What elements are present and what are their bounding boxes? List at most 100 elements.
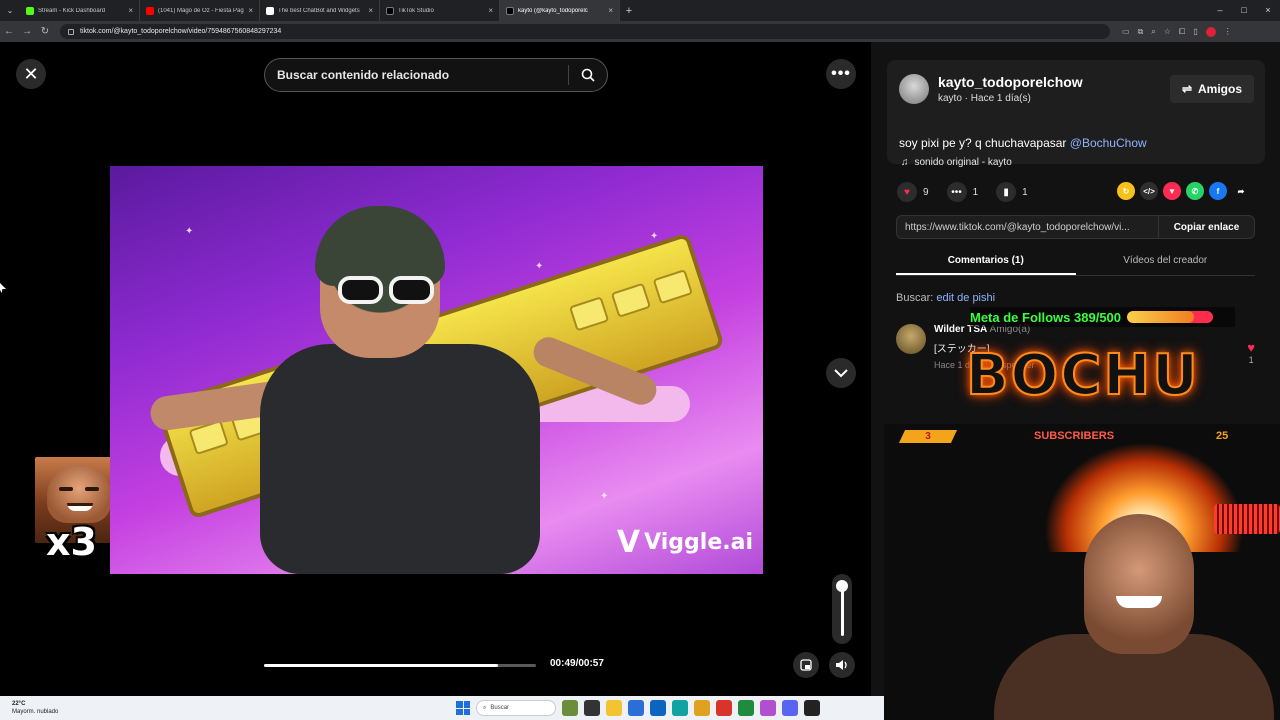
tab-close-icon[interactable]: × [248,6,253,15]
chrome-icon[interactable] [694,700,710,716]
chatbot-icon [266,6,274,15]
send-icon[interactable]: ▼ [1163,182,1181,200]
commenter-avatar[interactable] [896,324,926,354]
time-display: 00:49/00:57 [550,658,604,669]
mention-link[interactable]: @BochuChow [1070,136,1147,150]
comment-button[interactable]: ••• [946,182,967,202]
streamer-face [1084,514,1194,654]
share-icon[interactable]: ➦ [1232,182,1250,200]
task-view-icon[interactable] [584,700,600,716]
store-icon[interactable] [628,700,644,716]
related-search[interactable]: Buscar contenido relacionado [264,58,608,92]
new-tab-button[interactable]: + [620,5,638,17]
browser-tab[interactable]: TikTok Studio × [380,0,500,21]
tab-comments[interactable]: Comentarios (1) [896,248,1076,275]
comment-icon: ••• [951,186,962,198]
save-count: 1 [1022,186,1028,198]
friends-button[interactable]: ⇌ Amigos [1170,75,1254,103]
copy-link-button[interactable]: Copiar enlace [1158,215,1254,239]
obs-icon[interactable] [804,700,820,716]
facebook-icon[interactable]: f [1209,182,1227,200]
mail-icon[interactable] [650,700,666,716]
taskbar-search[interactable]: ⌕ Buscar [476,700,556,716]
app-icon[interactable] [760,700,776,716]
minimize-icon[interactable]: – [1208,0,1232,21]
progress-fill [264,664,498,667]
youtube-icon [146,6,154,15]
more-options-button[interactable]: ••• [826,59,856,89]
chrome-alt-icon[interactable] [738,700,754,716]
speaker-icon [836,660,847,670]
tab-close-icon[interactable]: × [368,6,373,15]
volume-button[interactable] [829,652,855,678]
tab-close-icon[interactable]: × [128,6,133,15]
browser-tab[interactable]: Stream - Kick Dashboard × [20,0,140,21]
maximize-icon[interactable]: □ [1232,0,1256,21]
chrome-profile-icon[interactable] [716,700,732,716]
follow-goal-overlay: Meta de Follows 389/500 [970,307,1235,327]
browser-tabbar: ⌄ Stream - Kick Dashboard × (1041) Mágo d… [0,0,1280,21]
sound-link[interactable]: ♫ sonido original - kayto [901,157,1012,168]
goal-bar [1127,311,1214,323]
search-suggestion[interactable]: Buscar: edit de pishi [896,292,995,304]
video-link[interactable]: https://www.tiktok.com/@kayto_todoporelc… [897,222,1158,233]
whatsapp-icon[interactable]: ✆ [1186,182,1204,200]
link-row: https://www.tiktok.com/@kayto_todoporelc… [896,215,1255,239]
bookmark-star-icon[interactable]: ☆ [1164,27,1171,36]
site-info-icon[interactable] [68,28,74,35]
tab-search-icon[interactable]: ⌄ [0,0,20,21]
close-window-icon[interactable]: × [1256,0,1280,21]
cast-icon[interactable]: ▭ [1122,27,1130,36]
like-button[interactable]: ♥ [897,182,917,202]
weather-widget[interactable]: 22°C Mayorm. nublado [12,700,58,716]
url-text: tiktok.com/@kayto_todoporelchow/video/75… [80,28,282,35]
browser-tab-active[interactable]: kayto (@kayto_todoporelc × [500,0,620,21]
author-avatar[interactable] [899,74,929,104]
tab-creator-videos[interactable]: Vídeos del creador [1076,248,1256,275]
extensions-icon[interactable]: ⧠ [1179,27,1185,37]
video-player: Buscar contenido relacionado ✦ ✦ ✦ ✦ V V… [110,42,763,696]
profile-avatar[interactable] [1205,26,1216,37]
close-video-button[interactable]: ✕ [16,59,46,89]
sub-count-badge: 3 [898,430,958,443]
sidebar-icon[interactable]: ▯ [1193,27,1197,36]
emote-eye [59,487,73,491]
widgets-icon[interactable] [562,700,578,716]
next-video-button[interactable] [826,358,856,388]
repost-icon[interactable]: ↻ [1117,182,1135,200]
tiktok-icon [506,6,514,15]
back-icon[interactable]: ← [0,26,18,37]
translate-icon[interactable]: ⧉ [1138,27,1144,37]
menu-icon[interactable]: ⋮ [1224,27,1232,36]
volume-slider[interactable] [832,574,852,644]
video-frame[interactable]: ✦ ✦ ✦ ✦ V Viggle.ai [110,166,763,574]
address-bar[interactable]: tiktok.com/@kayto_todoporelchow/video/75… [60,24,1110,39]
file-explorer-icon[interactable] [606,700,622,716]
pip-button[interactable] [793,652,819,678]
emote-count: x3 [46,520,97,564]
zoom-icon[interactable]: ⌕ [1151,27,1155,37]
embed-icon[interactable]: </> [1140,182,1158,200]
reload-icon[interactable]: ↻ [36,26,54,37]
author-username[interactable]: kayto_todoporelchow [938,74,1083,90]
subscriber-bar: 3 SUBSCRIBERS 25 [884,424,1280,448]
save-button[interactable]: ▮ [996,182,1017,202]
brand-logo: BOCHU [965,342,1200,409]
goal-fill [1127,311,1195,323]
tiktok-icon [386,6,394,15]
comment-like-button[interactable]: ♥ 1 [1247,340,1255,365]
discord-icon[interactable] [782,700,798,716]
browser-tab[interactable]: The best ChatBot and Widgets × [260,0,380,21]
search-input[interactable]: Buscar contenido relacionado [265,68,568,82]
volume-knob[interactable] [836,580,848,592]
search-icon: ⌕ [483,704,487,711]
tab-close-icon[interactable]: × [488,6,493,15]
emote-mouth [67,503,93,511]
forward-icon[interactable]: → [18,26,36,37]
edge-icon[interactable] [672,700,688,716]
windows-start-icon[interactable] [456,701,470,715]
tab-close-icon[interactable]: × [608,6,613,15]
search-icon[interactable] [569,68,607,82]
browser-tab[interactable]: (1041) Mágo de Oz - Fiesta Pag × [140,0,260,21]
progress-bar[interactable] [264,664,536,667]
